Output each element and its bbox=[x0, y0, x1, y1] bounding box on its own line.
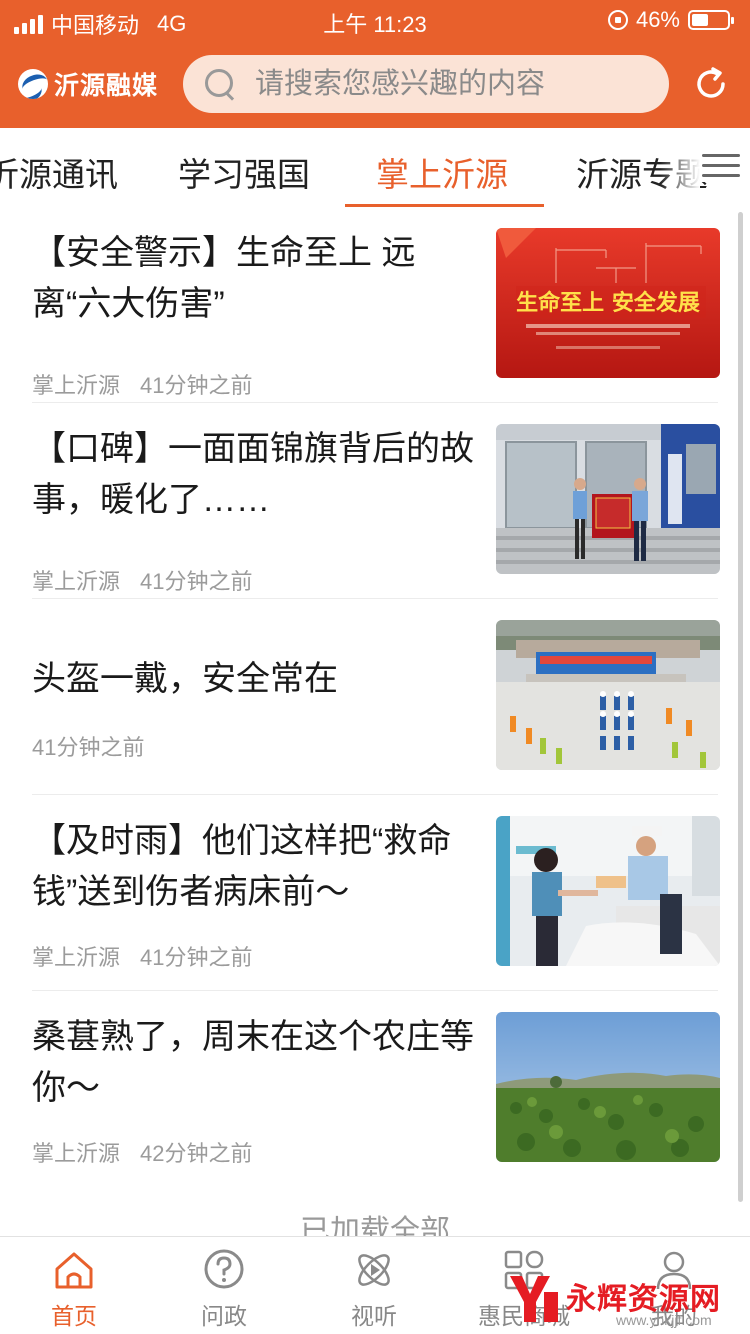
news-item[interactable]: 【及时雨】他们这样把“救命钱”送到伤者病床前～ 掌上沂源 41分钟之前 bbox=[32, 814, 720, 970]
rotation-lock-icon bbox=[607, 10, 628, 30]
tab-study-power[interactable]: 学习强国 bbox=[178, 148, 310, 196]
nav-home-label: 首页 bbox=[51, 1303, 97, 1329]
news-time: 41分钟之前 bbox=[32, 735, 145, 760]
status-right: 46% bbox=[607, 7, 734, 33]
news-title: 【口碑】一面面锦旗背后的故事，暖化了…… bbox=[32, 430, 474, 519]
news-time: 41分钟之前 bbox=[140, 569, 253, 594]
battery-percent: 46% bbox=[635, 7, 680, 32]
divider bbox=[32, 598, 718, 599]
news-source: 掌上沂源 bbox=[32, 945, 121, 970]
active-tab-indicator bbox=[345, 204, 544, 207]
news-time: 41分钟之前 bbox=[140, 373, 253, 398]
news-item[interactable]: 桑葚熟了，周末在这个农庄等你～ 掌上沂源 42分钟之前 bbox=[32, 1010, 720, 1166]
news-time: 42分钟之前 bbox=[140, 1141, 253, 1166]
watermark-url: www.yhkjjf.com bbox=[616, 1312, 712, 1328]
refresh-icon[interactable] bbox=[693, 66, 729, 102]
nav-wenzheng-label: 问政 bbox=[201, 1303, 247, 1329]
home-icon bbox=[55, 1252, 93, 1289]
divider bbox=[32, 794, 718, 795]
search-input[interactable] bbox=[255, 67, 655, 101]
nav-shiting-label: 视听 bbox=[351, 1303, 397, 1329]
news-title: 头盔一戴，安全常在 bbox=[32, 660, 338, 698]
logo-mark-icon bbox=[18, 69, 48, 99]
battery-icon bbox=[688, 10, 734, 30]
status-bar: 中国移动 4G 上午 11:23 46% bbox=[0, 0, 750, 40]
search-icon bbox=[205, 69, 235, 99]
news-meta: 41分钟之前 bbox=[32, 730, 144, 762]
tabs-fade bbox=[660, 128, 700, 204]
news-item[interactable]: 【安全警示】生命至上 远离“六大伤害” 掌上沂源 41分钟之前 生命至上 安全发展 bbox=[32, 226, 720, 398]
menu-icon[interactable] bbox=[700, 148, 742, 182]
banner-text: 生命至上 安全发展 bbox=[516, 290, 700, 316]
watermark-logo-icon bbox=[510, 1276, 558, 1322]
tab-yiyuan-news[interactable]: 沂源通讯 bbox=[0, 148, 118, 196]
nav-wenzheng[interactable]: 问政 bbox=[164, 1247, 284, 1331]
news-meta: 掌上沂源 41分钟之前 bbox=[32, 940, 253, 972]
nav-shiting[interactable]: 视听 bbox=[314, 1247, 434, 1331]
news-thumbnail bbox=[496, 816, 720, 966]
news-title: 【安全警示】生命至上 远离“六大伤害” bbox=[32, 234, 416, 323]
news-thumbnail: 生命至上 安全发展 bbox=[496, 228, 720, 378]
nav-home[interactable]: 首页 bbox=[14, 1247, 134, 1331]
logo-text: 沂源融媒 bbox=[54, 72, 159, 100]
news-source: 掌上沂源 bbox=[32, 1141, 121, 1166]
news-meta: 掌上沂源 41分钟之前 bbox=[32, 564, 253, 596]
app-header: 中国移动 4G 上午 11:23 46% 沂源融媒 bbox=[0, 0, 750, 128]
news-time: 41分钟之前 bbox=[140, 945, 253, 970]
divider bbox=[32, 990, 718, 991]
scrollbar[interactable] bbox=[738, 212, 743, 1202]
news-meta: 掌上沂源 42分钟之前 bbox=[32, 1136, 253, 1168]
news-thumbnail bbox=[496, 620, 720, 770]
news-thumbnail bbox=[496, 1012, 720, 1162]
news-source: 掌上沂源 bbox=[32, 373, 121, 398]
news-thumbnail bbox=[496, 424, 720, 574]
question-icon bbox=[204, 1249, 244, 1289]
divider bbox=[32, 402, 718, 403]
category-tabs: 沂源通讯 学习强国 掌上沂源 沂源专题 bbox=[0, 128, 750, 208]
news-meta: 掌上沂源 41分钟之前 bbox=[32, 368, 253, 400]
news-item[interactable]: 头盔一戴，安全常在 41分钟之前 bbox=[32, 618, 720, 774]
app-logo[interactable]: 沂源融媒 bbox=[18, 66, 158, 102]
tab-palm-yiyuan[interactable]: 掌上沂源 bbox=[376, 148, 508, 196]
search-bar[interactable] bbox=[183, 55, 669, 113]
news-source: 掌上沂源 bbox=[32, 569, 121, 594]
watermark: 永辉资源网 www.yhkjjf.com bbox=[500, 1266, 750, 1334]
news-item[interactable]: 【口碑】一面面锦旗背后的故事，暖化了…… 掌上沂源 41分钟之前 bbox=[32, 422, 720, 594]
news-title: 桑葚熟了，周末在这个农庄等你～ bbox=[32, 1018, 474, 1107]
play-atom-icon bbox=[358, 1254, 390, 1286]
news-title: 【及时雨】他们这样把“救命钱”送到伤者病床前～ bbox=[32, 822, 452, 911]
